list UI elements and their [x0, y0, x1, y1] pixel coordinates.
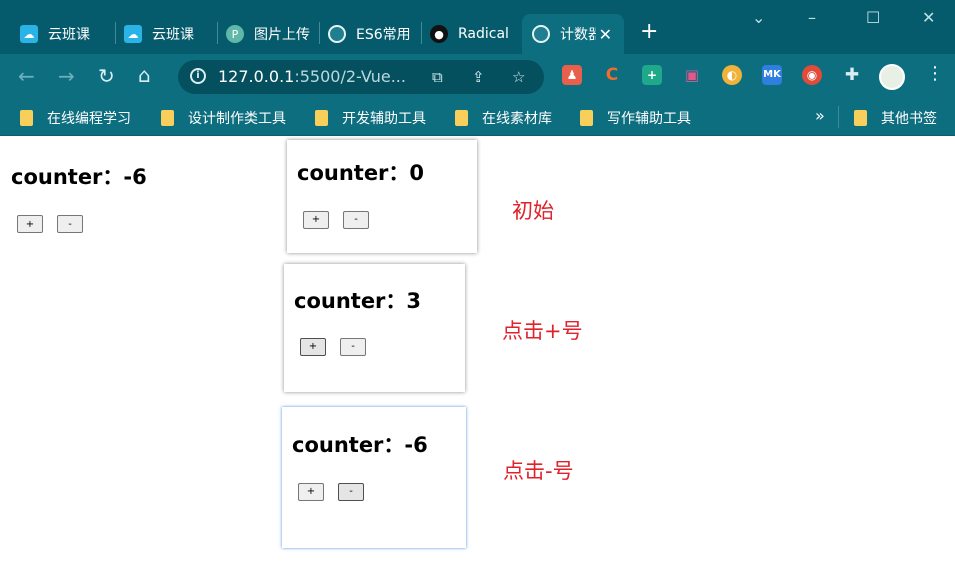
folder-icon: [20, 110, 33, 126]
extension-tv-icon[interactable]: ▣: [682, 65, 702, 85]
screenshot-after-minus: counter：-6 + -: [282, 407, 466, 548]
forward-arrow-icon[interactable]: →: [58, 66, 75, 86]
folder-icon: [455, 110, 468, 126]
puzzle-extensions-icon[interactable]: ✚: [842, 65, 862, 85]
bookmark-folder-online-coding[interactable]: 在线编程学习: [20, 108, 131, 128]
github-icon: ●: [430, 25, 448, 43]
bookmark-folder-assets[interactable]: 在线素材库: [455, 108, 552, 128]
counter-heading: counter：3: [294, 289, 422, 313]
annotation-after-minus: 点击-号: [503, 459, 574, 483]
minimize-icon[interactable]: –: [808, 8, 816, 27]
folder-icon: [580, 110, 593, 126]
annotation-initial: 初始: [512, 199, 554, 223]
annotation-after-plus: 点击+号: [502, 319, 583, 343]
folder-icon: [854, 110, 867, 126]
increment-button: +: [303, 211, 329, 229]
globe-icon: [532, 25, 550, 43]
bookmark-label: 开发辅助工具: [342, 111, 426, 127]
maximize-icon[interactable]: ☐: [866, 8, 880, 27]
decrement-button: -: [343, 211, 369, 229]
tab-title: 云班课: [152, 27, 194, 43]
tab-counter-active[interactable]: 计数器 ✕: [522, 14, 624, 54]
menu-kebab-icon[interactable]: ⋮: [926, 63, 944, 84]
tab-search-chevron-icon[interactable]: ⌄: [752, 8, 765, 27]
bookmark-label: 在线素材库: [482, 111, 552, 127]
back-arrow-icon[interactable]: ←: [18, 66, 35, 86]
more-bookmarks-chevron-icon[interactable]: »: [815, 106, 825, 125]
translate-icon[interactable]: ⧉: [432, 68, 443, 86]
tab-github-radical[interactable]: ● Radical: [422, 14, 522, 54]
extension-c-icon[interactable]: C: [602, 65, 622, 85]
extension-mk-icon[interactable]: MK: [762, 65, 782, 85]
bookmark-label: 其他书签: [881, 111, 937, 127]
tab-title: 云班课: [48, 27, 90, 43]
cloud-class-icon: ☁: [124, 25, 142, 43]
cloud-class-icon: ☁: [20, 25, 38, 43]
chrome-extension-icon[interactable]: ◉: [802, 65, 822, 85]
bookmark-folder-design-tools[interactable]: 设计制作类工具: [161, 108, 286, 128]
tab-title: 计数器: [560, 27, 596, 43]
tab-title: 图片上传: [254, 27, 310, 43]
bookmarks-separator: [838, 106, 839, 128]
increment-button: +: [298, 483, 324, 501]
decrement-button: -: [340, 338, 366, 356]
decrement-button: -: [338, 483, 364, 501]
bookmark-label: 写作辅助工具: [607, 111, 691, 127]
home-icon[interactable]: ⌂: [138, 65, 151, 85]
folder-icon: [161, 110, 174, 126]
address-bar[interactable]: i 127.0.0.1:5500/2-Vue... ⧉ ⇪ ☆: [178, 60, 544, 94]
extension-green-plus-icon[interactable]: +: [642, 65, 662, 85]
increment-button[interactable]: +: [17, 215, 43, 233]
counter-heading: counter：-6: [292, 433, 428, 457]
bookmark-folder-writing-tools[interactable]: 写作辅助工具: [580, 108, 691, 128]
counter-heading: counter：0: [297, 161, 425, 185]
bookmark-folder-other[interactable]: 其他书签: [854, 108, 937, 128]
increment-button: +: [300, 338, 326, 356]
avatar[interactable]: [879, 64, 905, 90]
tab-picgo[interactable]: P 图片上传: [218, 14, 318, 54]
new-tab-button[interactable]: +: [640, 20, 658, 44]
bookmark-label: 设计制作类工具: [188, 111, 286, 127]
bookmark-folder-dev-tools[interactable]: 开发辅助工具: [315, 108, 426, 128]
globe-icon: [328, 25, 346, 43]
share-icon[interactable]: ⇪: [472, 68, 485, 86]
reload-icon[interactable]: ↻: [98, 66, 115, 86]
screenshot-initial: counter：0 + -: [287, 140, 477, 253]
folder-icon: [315, 110, 328, 126]
site-info-icon[interactable]: i: [190, 68, 206, 84]
close-window-icon[interactable]: ✕: [922, 8, 935, 27]
counter-heading: counter：-6: [11, 165, 147, 189]
bookmark-star-icon[interactable]: ☆: [512, 68, 525, 86]
screenshot-after-plus: counter：3 + -: [284, 264, 465, 392]
close-tab-icon[interactable]: ✕: [599, 25, 612, 44]
url-path: :5500/2-Vue...: [294, 67, 406, 86]
url-host: 127.0.0.1: [218, 67, 295, 86]
address-url[interactable]: 127.0.0.1:5500/2-Vue...: [218, 67, 406, 86]
picgo-icon: P: [226, 25, 244, 43]
tab-title: ES6常用: [356, 27, 411, 43]
tab-cloud-class-1[interactable]: ☁ 云班课: [12, 14, 112, 54]
tab-cloud-class-2[interactable]: ☁ 云班课: [116, 14, 216, 54]
bookmark-label: 在线编程学习: [47, 111, 131, 127]
decrement-button[interactable]: -: [57, 215, 83, 233]
tab-title: Radical: [458, 26, 509, 42]
tab-es6[interactable]: ES6常用: [320, 14, 420, 54]
extension-colorful-icon[interactable]: ◐: [722, 65, 742, 85]
extension-red-icon[interactable]: ♟: [562, 65, 582, 85]
